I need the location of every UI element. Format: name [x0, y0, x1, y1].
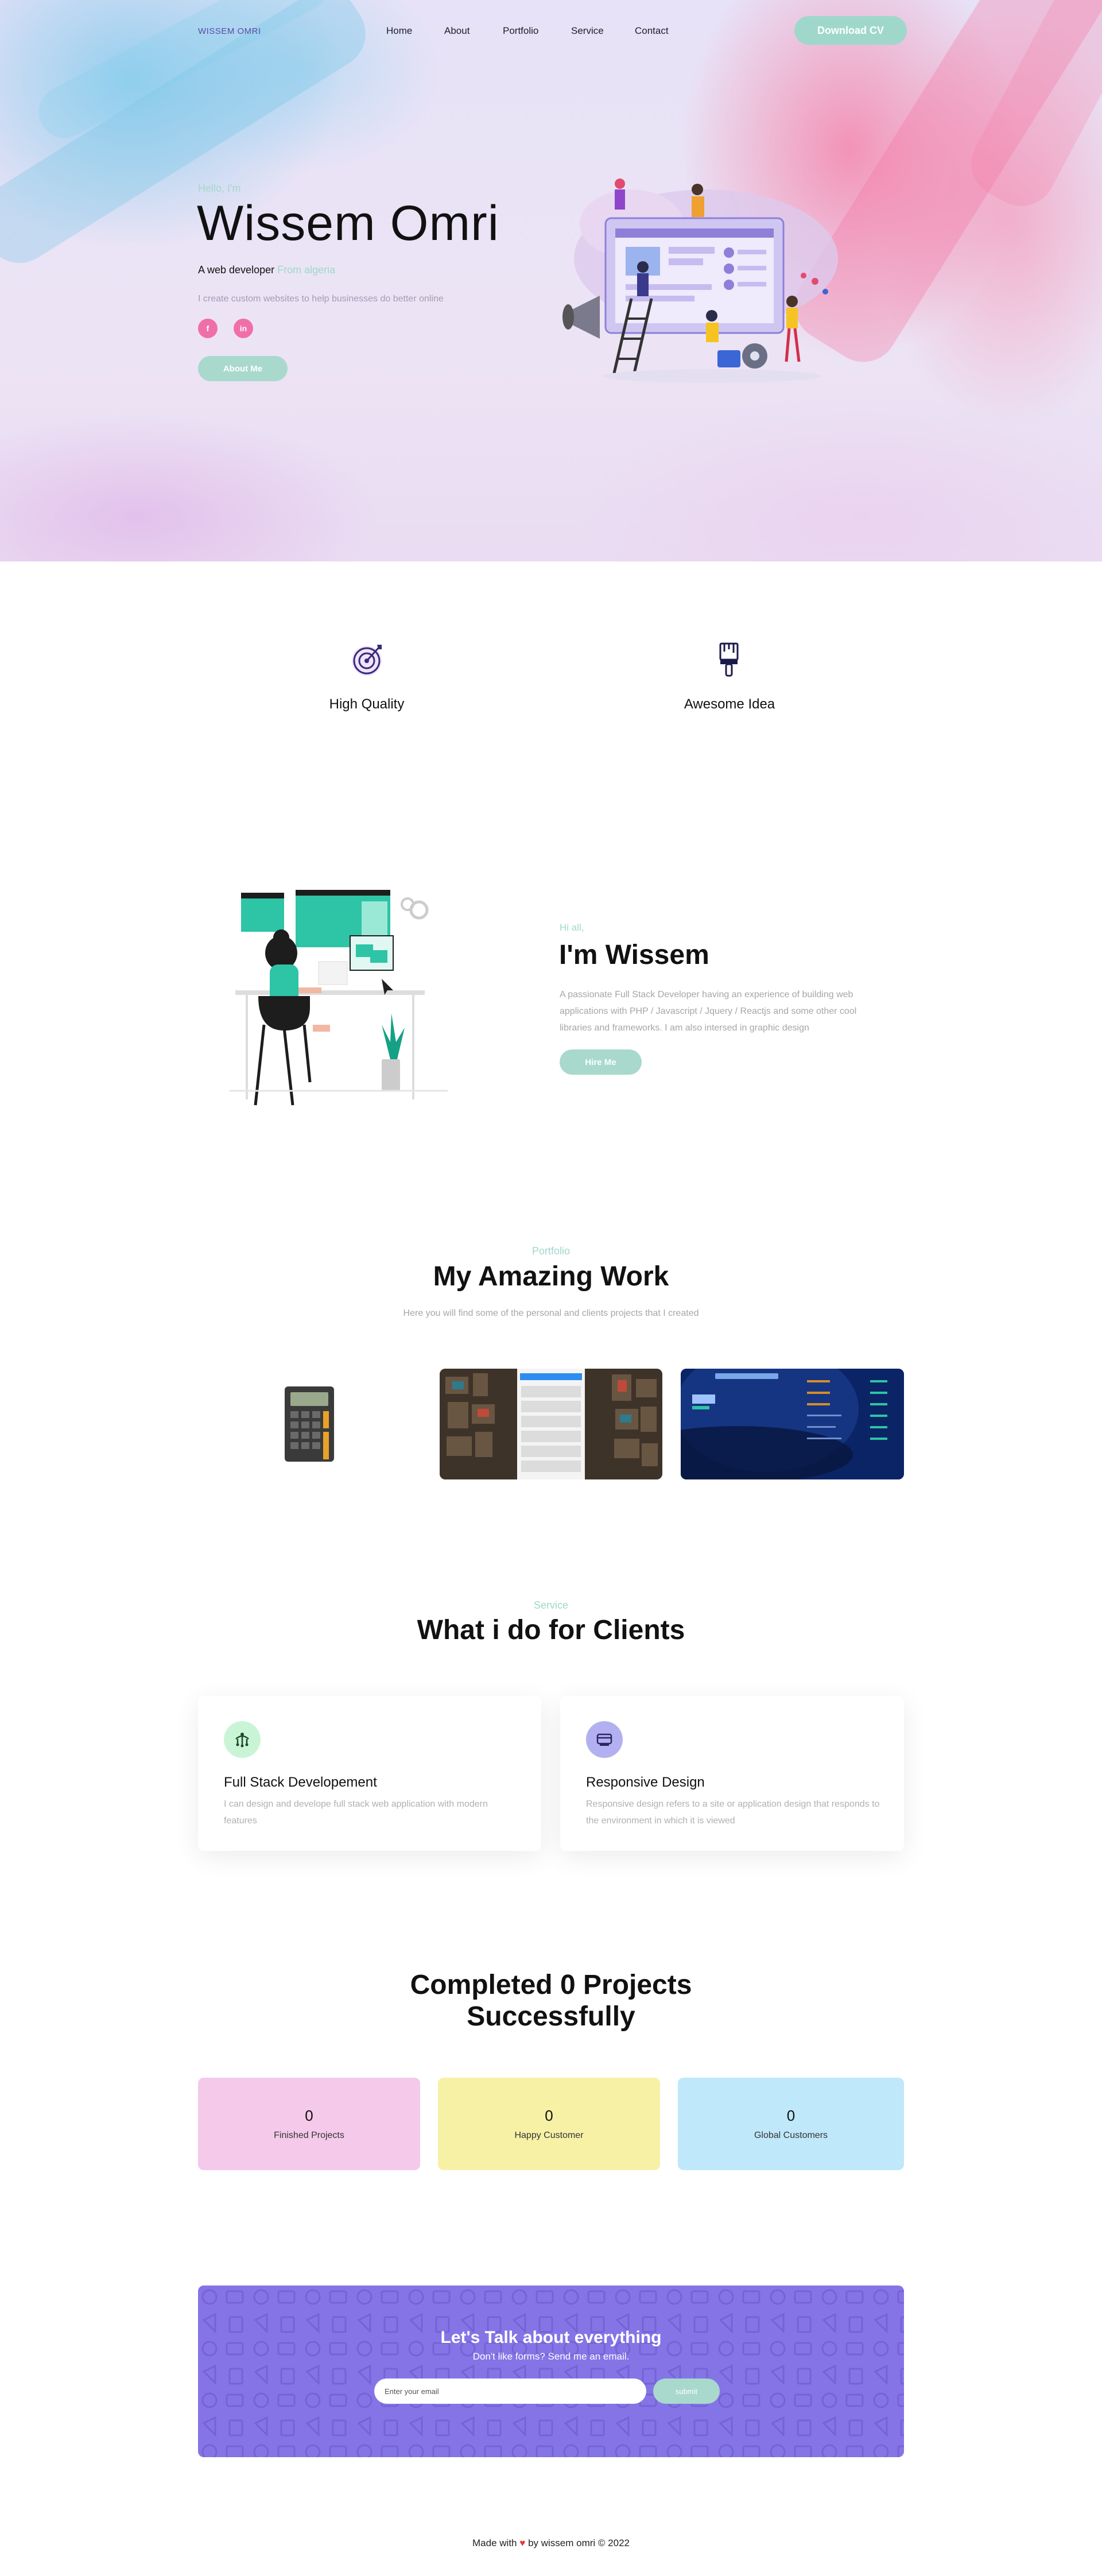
footer-text-before: Made with	[472, 2538, 517, 2548]
code-branch-icon	[224, 1721, 261, 1758]
about-illustration	[230, 890, 448, 1106]
layers-icon	[586, 1721, 623, 1758]
feature-high-quality: High Quality	[329, 696, 405, 712]
nav-item-home[interactable]: Home	[386, 25, 412, 37]
hero-role: A web developer From algeria	[198, 264, 335, 276]
stats-title: Completed 0 Projects Successfully	[0, 1969, 1102, 2032]
download-cv-button[interactable]: Download CV	[794, 16, 907, 45]
service-card-desc: Responsive design refers to a site or ap…	[586, 1799, 880, 1826]
todo-app-screenshot	[440, 1369, 662, 1479]
portfolio-card-calculator[interactable]	[198, 1369, 421, 1479]
about-kicker: Hi all,	[560, 922, 584, 933]
service-card-desc: I can design and develope full stack web…	[224, 1799, 488, 1826]
hero-role-prefix: A web developer	[198, 264, 275, 276]
nav-logo[interactable]: WISSEM OMRI	[198, 26, 261, 36]
stat-value: 0	[545, 2107, 553, 2124]
stat-value: 0	[305, 2107, 313, 2124]
footer: Made with ♥ by wissem omri © 2022	[0, 2538, 1102, 2549]
hero-role-place: From algeria	[277, 264, 336, 276]
paint-brush-icon	[719, 642, 739, 677]
submit-button[interactable]: submit	[653, 2379, 720, 2404]
portfolio-subtitle: Here you will find some of the personal …	[403, 1308, 699, 1318]
footer-text-after: by wissem omri © 2022	[528, 2538, 630, 2548]
stat-card-global: 0 Global Customers	[678, 2078, 904, 2170]
hero-name: Wissem Omri	[197, 196, 499, 251]
about-text: A passionate Full Stack Developer having…	[560, 990, 857, 1033]
portfolio-card-todo[interactable]	[440, 1369, 662, 1479]
contact-subtitle: Don't like forms? Send me an email.	[472, 2351, 630, 2362]
stat-label: Happy Customer	[514, 2130, 584, 2140]
stat-label: Finished Projects	[274, 2130, 344, 2140]
stat-value: 0	[786, 2107, 796, 2124]
contact-title: Let's Talk about everything	[440, 2328, 662, 2347]
heart-icon: ♥	[519, 2538, 526, 2548]
hero-illustration	[562, 179, 838, 383]
nav-item-about[interactable]: About	[444, 25, 469, 37]
linkedin-icon[interactable]: in	[234, 319, 253, 338]
service-title: What i do for Clients	[417, 1615, 685, 1645]
portfolio-title: My Amazing Work	[433, 1261, 669, 1292]
about-me-button[interactable]: About Me	[198, 356, 288, 381]
service-card-fullstack: Full Stack Developement I can design and…	[198, 1696, 541, 1851]
service-card-title: Responsive Design	[586, 1775, 705, 1790]
stats-title-line1: Completed 0 Projects	[410, 1970, 692, 2000]
hero-section: WISSEM OMRI Home About Portfolio Service…	[0, 0, 1102, 561]
feature-awesome-idea: Awesome Idea	[684, 696, 775, 712]
stat-card-happy: 0 Happy Customer	[438, 2078, 660, 2170]
portfolio-kicker: Portfolio	[531, 1245, 571, 1257]
contact-section: Let's Talk about everything Don't like f…	[198, 2286, 904, 2457]
hero-description: I create custom websites to help busines…	[198, 294, 444, 304]
facebook-icon[interactable]: f	[198, 319, 218, 338]
portfolio-card-weather[interactable]	[681, 1369, 904, 1479]
about-title: I'm Wissem	[559, 940, 709, 970]
nav-item-portfolio[interactable]: Portfolio	[503, 25, 538, 37]
stats-title-line2: Successfully	[467, 2001, 635, 2032]
stat-label: Global Customers	[754, 2130, 828, 2140]
nav-item-contact[interactable]: Contact	[635, 25, 669, 37]
hero-greeting: Hello, I'm	[198, 183, 241, 194]
service-card-title: Full Stack Developement	[224, 1775, 377, 1790]
nav-item-service[interactable]: Service	[571, 25, 604, 37]
service-card-responsive: Responsive Design Responsive design refe…	[560, 1696, 904, 1851]
hire-me-button[interactable]: Hire Me	[560, 1049, 642, 1075]
weather-app-screenshot	[681, 1369, 904, 1479]
stat-card-finished: 0 Finished Projects	[198, 2078, 420, 2170]
calculator-icon	[285, 1386, 334, 1462]
service-kicker: Service	[533, 1599, 569, 1611]
doodle-pattern	[198, 2286, 904, 2457]
email-field[interactable]	[374, 2379, 646, 2404]
target-icon	[352, 645, 382, 676]
